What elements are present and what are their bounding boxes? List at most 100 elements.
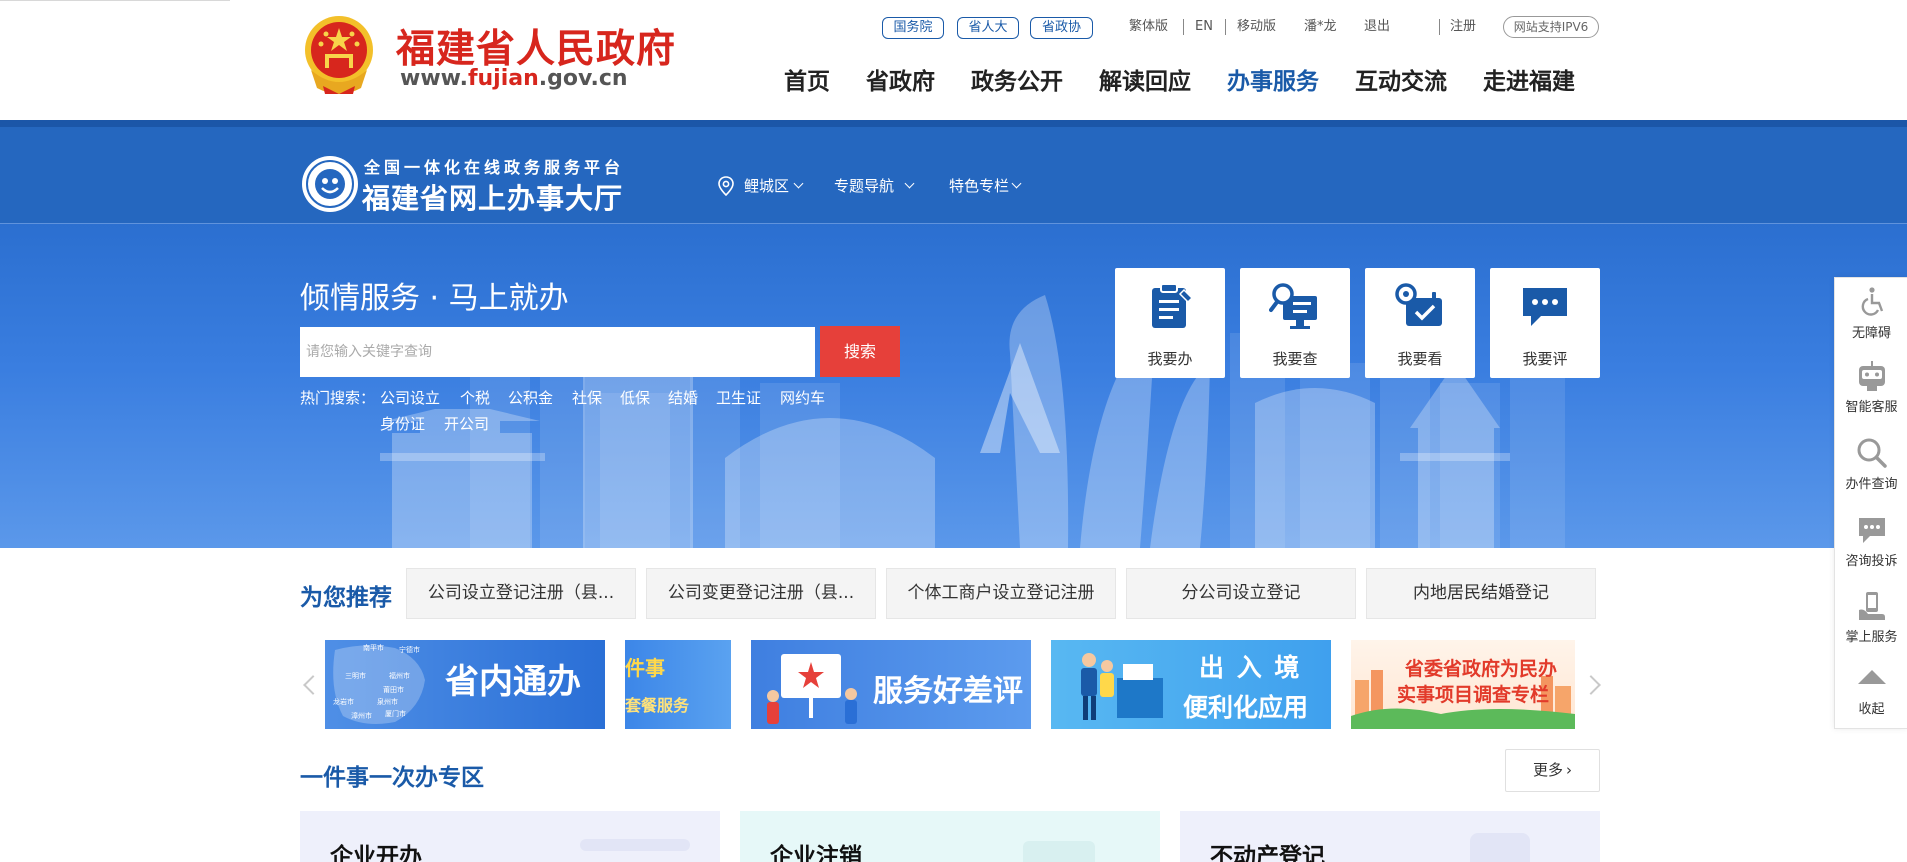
service-card-company-cancel[interactable]: 企业注销 [740, 811, 1160, 862]
region-selector[interactable]: 鲤城区 [717, 175, 804, 196]
calendar-check-icon [1395, 283, 1442, 326]
ipv6-badge: 网站支持IPV6 [1503, 16, 1599, 38]
robot-icon [1859, 361, 1885, 391]
search-icon [1857, 438, 1887, 468]
nav-services[interactable]: 办事服务 [1227, 64, 1319, 100]
map-label: 三明市 [345, 671, 366, 680]
toolbar-smart-service[interactable]: 智能客服 [1835, 354, 1907, 424]
toolbar-label: 办件查询 [1845, 477, 1898, 492]
service-card-handle[interactable]: 我要办 [1115, 268, 1225, 378]
nav-interpretation[interactable]: 解读回应 [1099, 64, 1191, 100]
banner-survey[interactable]: 省委省政府为民办 实事项目调查专栏 [1351, 640, 1575, 729]
separator [1225, 19, 1226, 35]
service-card-query[interactable]: 我要查 [1240, 268, 1350, 378]
carousel-next-arrow-icon[interactable] [1581, 675, 1601, 695]
chevron-down-icon [904, 178, 915, 189]
service-card-view[interactable]: 我要看 [1365, 268, 1475, 378]
menu-label: 特色专栏 [949, 177, 1010, 195]
search-input[interactable] [300, 327, 815, 377]
recommend-item[interactable]: 个体工商户设立登记注册 [886, 568, 1116, 619]
toolbar-label: 掌上服务 [1845, 630, 1898, 645]
menu-label: 专题导航 [834, 177, 895, 195]
link-register[interactable]: 注册 [1450, 17, 1476, 37]
card-title: 企业开办 [330, 844, 422, 862]
hot-search-item[interactable]: 公司设立 [380, 387, 440, 408]
hot-search-item[interactable]: 低保 [620, 387, 650, 408]
map-label: 漳州市 [351, 711, 372, 720]
hot-search-item[interactable]: 个税 [460, 387, 490, 408]
search-button[interactable]: 搜索 [820, 326, 900, 377]
user-name[interactable]: 潘*龙 [1304, 17, 1337, 37]
banner-text: 件事 [625, 656, 665, 680]
recommend-item[interactable]: 分公司设立登记 [1126, 568, 1356, 619]
more-button[interactable]: 更多 › [1505, 749, 1600, 792]
hot-search-item[interactable]: 卫生证 [716, 387, 761, 408]
service-card-label: 我要评 [1522, 350, 1568, 368]
toolbar-label: 收起 [1858, 702, 1885, 717]
hot-search-item[interactable]: 网约车 [780, 387, 825, 408]
banner-immigration[interactable]: 出 入 境 便利化应用 [1051, 640, 1331, 729]
map-label: 龙岩市 [333, 697, 354, 706]
toolbar-label: 无障碍 [1851, 326, 1891, 341]
site-url[interactable]: www.fujian.gov.cn [400, 66, 628, 91]
nav-fujian[interactable]: 走进福建 [1483, 64, 1575, 100]
service-card-real-estate[interactable]: 不动产登记 [1180, 811, 1600, 862]
carousel-prev-arrow-icon[interactable] [303, 675, 323, 695]
toolbar-collapse[interactable]: 收起 [1835, 656, 1907, 726]
banner-text: 省委省政府为民办 [1405, 658, 1558, 680]
immigration-counter-illustration [1081, 653, 1163, 720]
nav-home[interactable]: 首页 [784, 64, 830, 100]
banner-service-review[interactable]: 服务好差评 [751, 640, 1031, 729]
hand-phone-icon [1859, 592, 1885, 620]
recommend-item[interactable]: 内地居民结婚登记 [1366, 568, 1596, 619]
toolbar-case-query[interactable]: 办件查询 [1835, 431, 1907, 501]
hot-search-item[interactable]: 社保 [572, 387, 602, 408]
banner-package-service[interactable]: 件事 套餐服务 [625, 640, 731, 729]
link-mobile[interactable]: 移动版 [1237, 17, 1276, 37]
pill-provincial-congress[interactable]: 省人大 [957, 17, 1019, 39]
hot-search-item[interactable]: 公积金 [508, 387, 553, 408]
service-card-evaluate[interactable]: 我要评 [1490, 268, 1600, 378]
toolbar-accessibility[interactable]: 无障碍 [1835, 280, 1907, 350]
link-logout[interactable]: 退出 [1364, 17, 1390, 37]
hot-search-item[interactable]: 身份证 [380, 413, 425, 434]
nav-gov-affairs[interactable]: 政务公开 [971, 64, 1063, 100]
pill-provincial-cppcc[interactable]: 省政协 [1030, 17, 1093, 39]
toolbar-consult[interactable]: 咨询投诉 [1835, 508, 1907, 578]
card-title: 企业注销 [770, 844, 862, 862]
banner-text: 套餐服务 [625, 696, 690, 715]
national-emblem-icon[interactable] [303, 14, 375, 96]
hero-banner: 倾情服务 · 马上就办 搜索 热门搜索： 公司设立 个税 公积金 社保 低保 结… [0, 223, 1907, 548]
chevron-down-icon [1011, 178, 1022, 189]
link-english[interactable]: EN [1195, 17, 1213, 37]
service-card-company-setup[interactable]: 企业开办 [300, 811, 720, 862]
nav-province-gov[interactable]: 省政府 [866, 64, 935, 100]
region-label: 鲤城区 [744, 177, 790, 195]
hot-search-label: 热门搜索： [300, 389, 376, 407]
url-suffix: .gov.cn [538, 66, 628, 91]
separator [1183, 19, 1184, 35]
pill-state-council[interactable]: 国务院 [882, 17, 944, 39]
map-label: 莆田市 [383, 685, 404, 694]
recommend-item[interactable]: 公司变更登记注册（县... [646, 568, 876, 619]
caret-up-icon [1858, 670, 1886, 684]
hall-title[interactable]: 福建省网上办事大厅 [362, 177, 623, 217]
more-label: 更多 [1532, 761, 1563, 779]
hot-search-item[interactable]: 结婚 [668, 387, 698, 408]
menu-topic-nav[interactable]: 专题导航 [834, 175, 915, 196]
search-screen-icon [1269, 283, 1317, 329]
hero-slogan: 倾情服务 · 马上就办 [300, 281, 569, 316]
online-hall-bar: 全国一体化在线政务服务平台 福建省网上办事大厅 鲤城区 专题导航 特色专栏 [0, 120, 1907, 223]
review-board-illustration [767, 654, 857, 724]
recommend-item[interactable]: 公司设立登记注册（县... [406, 568, 636, 619]
toolbar-label: 咨询投诉 [1845, 554, 1898, 569]
hot-search-item[interactable]: 开公司 [444, 413, 489, 434]
banner-province-service[interactable]: 南平市 宁德市 三明市 福州市 莆田市 泉州市 龙岩市 漳州市 厦门市 省内通办 [325, 640, 605, 729]
top-header: 福建省人民政府 www.fujian.gov.cn 国务院 省人大 省政协 繁体… [0, 0, 1907, 120]
toolbar-mobile-service[interactable]: 掌上服务 [1835, 584, 1907, 654]
link-traditional[interactable]: 繁体版 [1129, 17, 1168, 37]
nav-interaction[interactable]: 互动交流 [1355, 64, 1447, 100]
hall-logo-icon[interactable] [301, 155, 359, 213]
card-decoration [580, 839, 690, 851]
menu-special-column[interactable]: 特色专栏 [949, 175, 1022, 196]
